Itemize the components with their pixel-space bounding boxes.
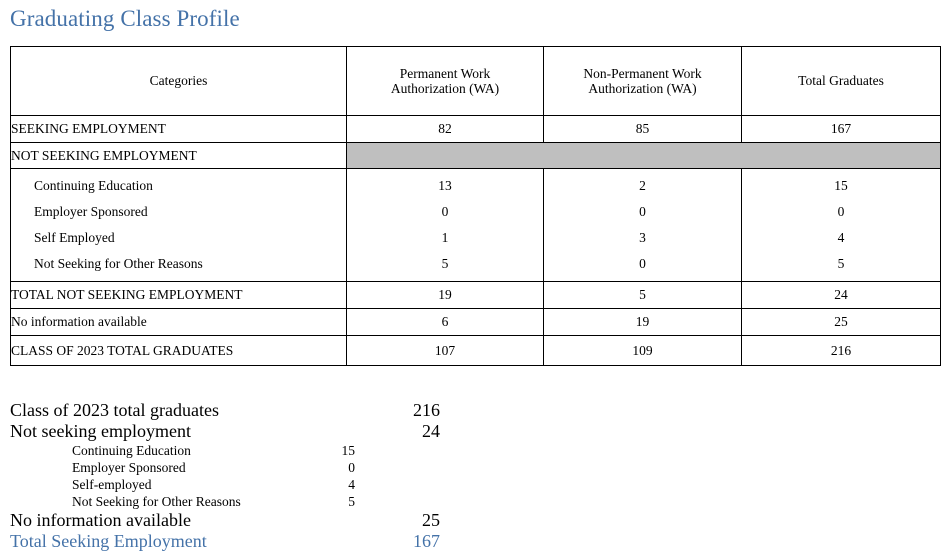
column-header-total-graduates-line2: Total Graduates bbox=[798, 73, 884, 89]
summary-row-class-total: Class of 2023 total graduates 216 bbox=[10, 400, 450, 421]
table-header-row: Categories Permanent Work Authorization … bbox=[10, 46, 941, 116]
table-row-total-not-seeking: TOTAL NOT SEEKING EMPLOYMENT 19 5 24 bbox=[10, 281, 941, 309]
column-header-total-graduates: Total Graduates bbox=[741, 46, 941, 116]
summary-value-no-information: 25 bbox=[422, 510, 440, 530]
summary-value-total-seeking: 167 bbox=[413, 531, 440, 551]
subitem-permanent-wa-cell: 13 0 1 5 bbox=[346, 168, 544, 282]
table-row-group-not-seeking-subitems: Continuing Education Employer Sponsored … bbox=[10, 168, 941, 282]
summary-value-not-seeking: 24 bbox=[422, 421, 440, 441]
column-header-permanent-wa-line2: Authorization (WA) bbox=[390, 81, 500, 96]
column-header-categories-line1: Categories bbox=[149, 73, 208, 89]
cell-no-information-permanent-wa: 6 bbox=[346, 308, 544, 336]
summary-subrow-continuing-education: Continuing Education 15 bbox=[10, 442, 450, 459]
list-item: 0 bbox=[837, 204, 845, 219]
summary-subrow-not-seeking-other: Not Seeking for Other Reasons 5 bbox=[10, 493, 450, 510]
subitem-labels-cell: Continuing Education Employer Sponsored … bbox=[10, 168, 347, 282]
summary-label-not-seeking: Not seeking employment bbox=[10, 421, 191, 441]
page-title: Graduating Class Profile bbox=[10, 6, 240, 31]
summary-breakdown: Class of 2023 total graduates 216 Not se… bbox=[10, 400, 450, 552]
list-item: 13 bbox=[438, 178, 452, 193]
cell-no-information-total-graduates: 25 bbox=[741, 308, 941, 336]
column-header-permanent-wa: Permanent Work Authorization (WA) bbox=[346, 46, 544, 116]
cell-class-total-total-graduates: 216 bbox=[741, 335, 941, 366]
list-item: 4 bbox=[837, 230, 845, 245]
list-item: 0 bbox=[639, 204, 646, 219]
cell-seeking-employment-non-permanent-wa: 85 bbox=[543, 115, 742, 143]
table-row-seeking-employment: SEEKING EMPLOYMENT 82 85 167 bbox=[10, 115, 941, 143]
summary-label-total-seeking: Total Seeking Employment bbox=[10, 531, 207, 551]
list-item: 0 bbox=[639, 256, 646, 271]
row-label-class-total: CLASS OF 2023 TOTAL GRADUATES bbox=[10, 335, 347, 366]
summary-row-total-seeking: Total Seeking Employment 167 bbox=[10, 531, 450, 552]
summary-subvalue-self-employed: 4 bbox=[348, 477, 355, 492]
summary-label-class-total: Class of 2023 total graduates bbox=[10, 400, 219, 420]
summary-row-not-seeking: Not seeking employment 24 bbox=[10, 421, 450, 442]
cell-seeking-employment-permanent-wa: 82 bbox=[346, 115, 544, 143]
column-header-permanent-wa-line1: Permanent Work bbox=[399, 65, 491, 81]
list-item: 5 bbox=[441, 256, 449, 271]
list-item: Employer Sponsored bbox=[34, 204, 148, 219]
list-item: Not Seeking for Other Reasons bbox=[34, 256, 203, 271]
column-header-non-permanent-wa-line2: Authorization (WA) bbox=[588, 81, 697, 96]
list-item: 0 bbox=[441, 204, 449, 219]
row-label-seeking-employment: SEEKING EMPLOYMENT bbox=[10, 115, 347, 143]
list-item: 5 bbox=[837, 256, 845, 271]
list-item: 2 bbox=[639, 178, 646, 193]
table-row-not-seeking-employment-header: NOT SEEKING EMPLOYMENT bbox=[10, 142, 941, 169]
subitem-total-graduates-cell: 15 0 4 5 bbox=[741, 168, 941, 282]
column-header-categories: Categories bbox=[10, 46, 347, 116]
table-row-no-information: No information available 6 19 25 bbox=[10, 308, 941, 336]
summary-subrow-employer-sponsored: Employer Sponsored 0 bbox=[10, 459, 450, 476]
cell-class-total-permanent-wa: 107 bbox=[346, 335, 544, 366]
row-label-not-seeking-employment: NOT SEEKING EMPLOYMENT bbox=[10, 142, 347, 169]
cell-no-information-non-permanent-wa: 19 bbox=[543, 308, 742, 336]
cell-total-not-seeking-permanent-wa: 19 bbox=[346, 281, 544, 309]
summary-label-no-information: No information available bbox=[10, 510, 191, 530]
column-header-non-permanent-wa-line1: Non-Permanent Work bbox=[583, 65, 702, 81]
summary-subrow-self-employed: Self-employed 4 bbox=[10, 476, 450, 493]
graduating-class-profile-table: Categories Permanent Work Authorization … bbox=[10, 46, 941, 366]
table-row-class-total: CLASS OF 2023 TOTAL GRADUATES 107 109 21… bbox=[10, 335, 941, 366]
row-label-total-not-seeking: TOTAL NOT SEEKING EMPLOYMENT bbox=[10, 281, 347, 309]
list-item: 1 bbox=[441, 230, 449, 245]
summary-subvalue-not-seeking-other: 5 bbox=[348, 494, 355, 509]
summary-subvalue-employer-sponsored: 0 bbox=[348, 460, 355, 475]
summary-row-no-information: No information available 25 bbox=[10, 510, 450, 531]
cell-class-total-non-permanent-wa: 109 bbox=[543, 335, 742, 366]
list-item: Continuing Education bbox=[34, 178, 153, 193]
list-item: Self Employed bbox=[34, 230, 115, 245]
cell-total-not-seeking-total-graduates: 24 bbox=[741, 281, 941, 309]
column-header-non-permanent-wa: Non-Permanent Work Authorization (WA) bbox=[543, 46, 742, 116]
list-item: 3 bbox=[639, 230, 646, 245]
cell-seeking-employment-total-graduates: 167 bbox=[741, 115, 941, 143]
summary-subvalue-continuing-education: 15 bbox=[341, 443, 356, 458]
summary-value-class-total: 216 bbox=[413, 400, 440, 420]
row-label-no-information: No information available bbox=[10, 308, 347, 336]
cell-total-not-seeking-non-permanent-wa: 5 bbox=[543, 281, 742, 309]
list-item: 15 bbox=[834, 178, 848, 193]
subitem-non-permanent-wa-cell: 2 0 3 0 bbox=[543, 168, 742, 282]
shaded-band-cell bbox=[346, 142, 941, 169]
